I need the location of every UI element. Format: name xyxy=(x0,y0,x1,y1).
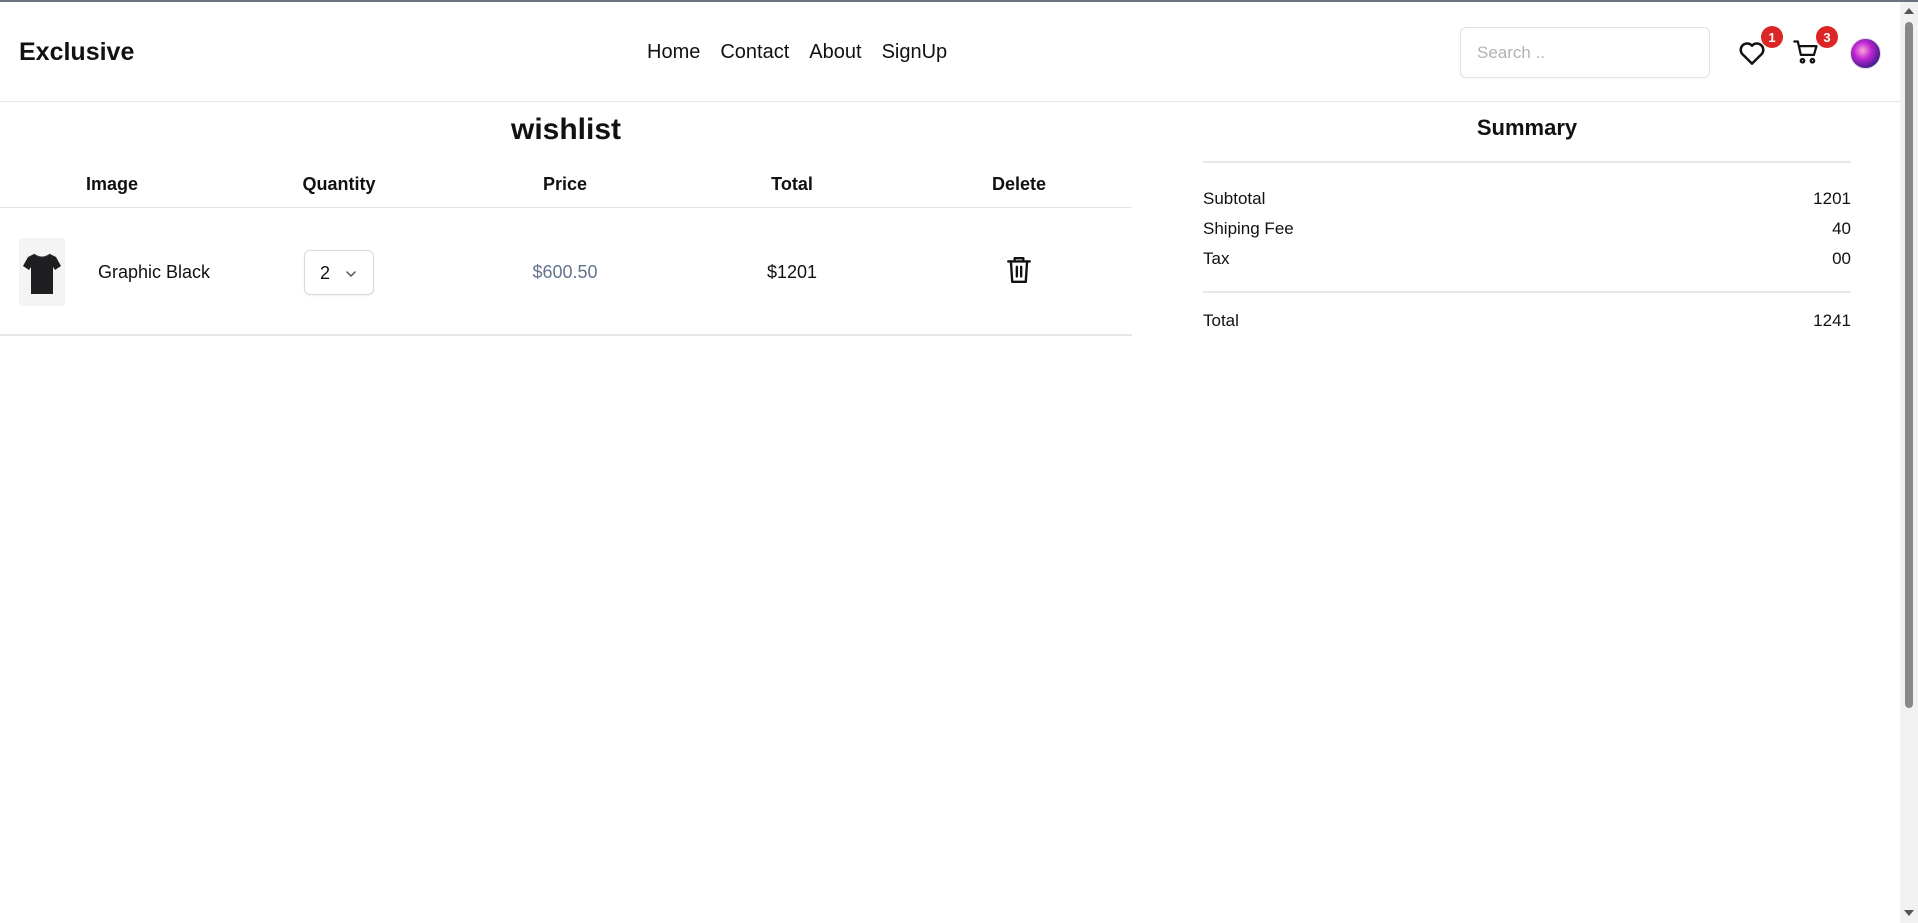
column-header-image: Image xyxy=(85,174,139,194)
scroll-down-arrow-icon[interactable] xyxy=(1904,910,1914,916)
product-name: Graphic Black xyxy=(98,262,211,282)
summary-label: Tax xyxy=(1203,249,1230,268)
summary-row-shipping: Shiping Fee 40 xyxy=(1203,219,1851,249)
delete-button[interactable] xyxy=(1006,256,1032,284)
chevron-down-icon xyxy=(346,271,356,277)
nav-home[interactable]: Home xyxy=(647,41,700,64)
unit-price: $600.50 xyxy=(532,262,598,282)
column-header-quantity: Quantity xyxy=(302,174,376,194)
scroll-up-arrow-icon[interactable] xyxy=(1904,8,1914,14)
summary-row-total: Total 1241 xyxy=(1203,311,1851,331)
summary-row-subtotal: Subtotal 1201 xyxy=(1203,189,1851,219)
summary-value: 40 xyxy=(1832,219,1851,238)
column-header-delete: Delete xyxy=(991,174,1047,194)
brand-logo[interactable]: Exclusive xyxy=(19,38,134,67)
order-summary: Summary Subtotal 1201 Shiping Fee 40 Tax… xyxy=(1203,115,1851,331)
summary-title: Summary xyxy=(1476,115,1578,140)
main-nav: Home Contact About SignUp xyxy=(647,41,947,64)
avatar[interactable] xyxy=(1850,38,1881,69)
summary-divider xyxy=(1203,291,1851,293)
summary-label: Subtotal xyxy=(1203,189,1266,208)
column-header-total: Total xyxy=(771,174,813,194)
wishlist-count-badge: 1 xyxy=(1761,26,1783,48)
product-image[interactable] xyxy=(19,238,65,306)
summary-value: 00 xyxy=(1832,249,1851,268)
tshirt-thumbnail xyxy=(23,253,61,294)
cart-button[interactable]: 3 xyxy=(1792,26,1838,70)
cart-count-badge: 3 xyxy=(1816,26,1838,48)
column-header-price: Price xyxy=(542,174,588,194)
summary-rows: Subtotal 1201 Shiping Fee 40 Tax 00 xyxy=(1203,163,1851,279)
quantity-value: 2 xyxy=(320,263,331,283)
summary-row-tax: Tax 00 xyxy=(1203,249,1851,279)
summary-label: Shiping Fee xyxy=(1203,219,1294,238)
line-total: $1201 xyxy=(766,262,818,282)
vertical-scrollbar[interactable] xyxy=(1900,2,1918,923)
summary-value: 1201 xyxy=(1813,189,1851,208)
quantity-select[interactable]: 2 xyxy=(304,250,374,295)
nav-signup[interactable]: SignUp xyxy=(882,41,948,64)
summary-total-label: Total xyxy=(1203,311,1239,330)
nav-contact[interactable]: Contact xyxy=(720,41,789,64)
cart-icon xyxy=(1793,40,1818,64)
trash-icon xyxy=(1007,256,1031,284)
search-input[interactable] xyxy=(1460,27,1710,78)
scrollbar-thumb[interactable] xyxy=(1905,22,1913,708)
wishlist-button[interactable]: 1 xyxy=(1737,26,1783,70)
nav-about[interactable]: About xyxy=(809,41,861,64)
site-header: Exclusive Home Contact About SignUp 1 3 xyxy=(0,2,1900,102)
page-title: wishlist xyxy=(510,113,622,146)
summary-total-value: 1241 xyxy=(1813,311,1851,330)
table-row: Graphic Black 2 $600.50 $1201 xyxy=(0,208,1132,336)
